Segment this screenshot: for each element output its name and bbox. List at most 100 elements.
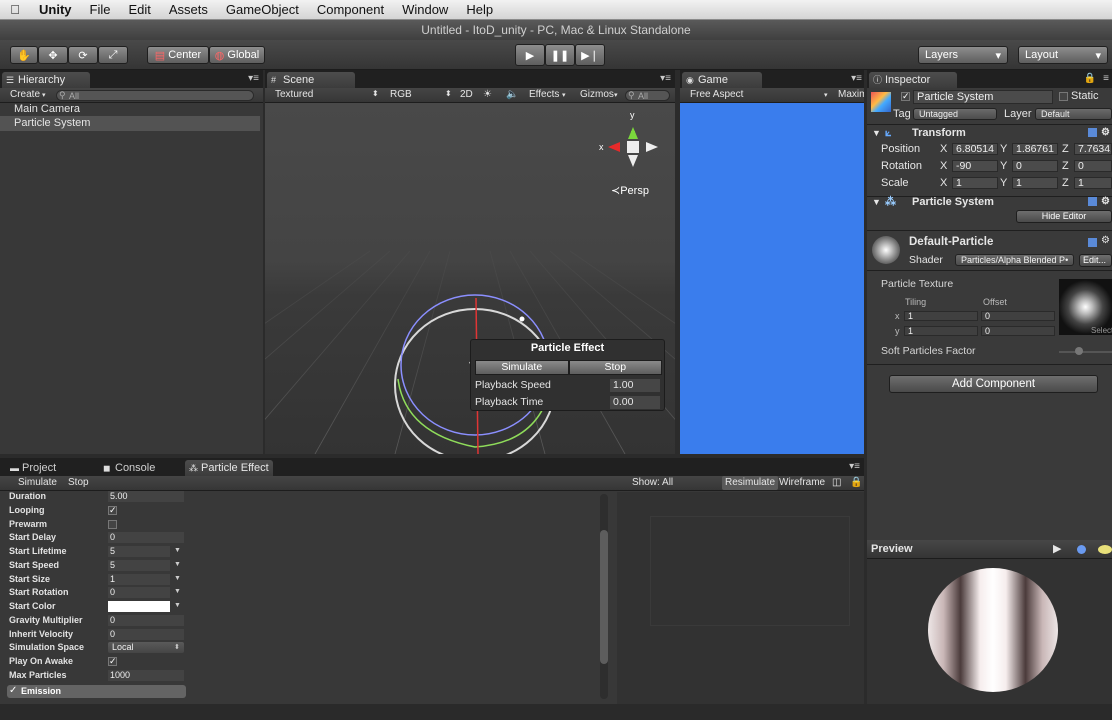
- tiling-y-field[interactable]: 1: [904, 326, 978, 336]
- gear-icon[interactable]: ⚙: [1101, 193, 1110, 211]
- prop-gravity-multiplier-field[interactable]: 0: [108, 614, 184, 626]
- emission-module-header[interactable]: ✓ Emission: [7, 685, 186, 698]
- preview-play-icon[interactable]: ▶: [1053, 542, 1061, 555]
- scene-search-input[interactable]: ⚲ All: [625, 90, 670, 101]
- split-view-icon[interactable]: ◫: [832, 477, 841, 488]
- gizmos-dropdown[interactable]: Gizmos: [580, 89, 614, 100]
- lock-icon[interactable]: 🔒: [1084, 73, 1096, 84]
- dropdown-arrow-icon[interactable]: ▼: [174, 575, 181, 582]
- prop-start-color-swatch[interactable]: [108, 601, 170, 612]
- prop-inherit-velocity-field[interactable]: 0: [108, 628, 184, 640]
- overlay-simulate-button[interactable]: Simulate: [475, 360, 569, 375]
- slider-thumb[interactable]: [1075, 347, 1083, 355]
- lock-icon[interactable]: 🔒: [850, 477, 862, 488]
- particle-system-header[interactable]: ▼ ⁂ Particle System ⚙: [867, 193, 1112, 211]
- pause-button[interactable]: ❚❚: [545, 44, 575, 66]
- prop-start-size-field[interactable]: 1: [108, 573, 170, 585]
- transform-scale-z-field[interactable]: 1: [1074, 177, 1112, 189]
- panel-menu-icon[interactable]: ▾≡: [660, 73, 671, 84]
- stop-button[interactable]: Stop: [68, 477, 89, 488]
- tab-scene[interactable]: # Scene: [267, 72, 355, 88]
- overlay-stop-button[interactable]: Stop: [568, 360, 662, 375]
- persp-label[interactable]: ≺Persp: [611, 184, 649, 197]
- dropdown-arrow-icon[interactable]: ▼: [174, 561, 181, 568]
- scrollbar-thumb[interactable]: [600, 530, 608, 664]
- menu-app[interactable]: Unity: [30, 2, 81, 17]
- prop-start-lifetime-field[interactable]: 5: [108, 546, 170, 557]
- prop-max-particles-field[interactable]: 1000: [108, 669, 184, 681]
- tab-inspector[interactable]: ⓘ Inspector: [869, 72, 957, 88]
- layout-dropdown[interactable]: Layout ▾: [1018, 46, 1108, 64]
- apple-icon[interactable]: : [0, 2, 30, 17]
- hierarchy-item-main-camera[interactable]: Main Camera: [0, 102, 263, 117]
- prop-start-speed-field[interactable]: 5: [108, 559, 170, 571]
- component-help-icon[interactable]: [1088, 128, 1097, 137]
- effects-dropdown[interactable]: Effects: [529, 89, 559, 100]
- layer-dropdown[interactable]: Default: [1035, 108, 1112, 120]
- panel-menu-icon[interactable]: ≡: [1103, 73, 1109, 84]
- hierarchy-item-particle-system[interactable]: Particle System: [0, 116, 260, 131]
- hand-tool-icon[interactable]: ✋: [10, 46, 38, 64]
- dropdown-arrow-icon[interactable]: ▼: [174, 588, 181, 595]
- prop-start-rotation-field[interactable]: 0: [108, 587, 170, 599]
- dropdown-arrow-icon[interactable]: ▼: [174, 602, 181, 609]
- tab-console[interactable]: ◼ Console: [99, 460, 185, 476]
- aspect-dropdown[interactable]: Free Aspect: [690, 89, 743, 100]
- transform-rotation-x-field[interactable]: -90: [952, 160, 998, 172]
- simulate-button[interactable]: Simulate: [18, 477, 57, 488]
- panel-menu-icon[interactable]: ▾≡: [849, 461, 860, 472]
- menu-assets[interactable]: Assets: [160, 2, 217, 17]
- panel-menu-icon[interactable]: ▾≡: [851, 73, 862, 84]
- prop-simulation-space-field[interactable]: Local: [108, 642, 184, 654]
- object-name-field[interactable]: Particle System: [913, 90, 1053, 104]
- rotate-tool-icon[interactable]: ⟳: [68, 46, 98, 64]
- audio-icon[interactable]: 🔈: [506, 89, 518, 100]
- prop-prewarm-checkbox[interactable]: [108, 519, 117, 529]
- wireframe-toggle[interactable]: Wireframe: [779, 477, 825, 488]
- tiling-x-field[interactable]: 1: [904, 311, 978, 321]
- preview-mesh-icon[interactable]: [1098, 545, 1112, 554]
- prop-play-on-awake-checkbox[interactable]: ✓: [108, 657, 117, 666]
- menu-file[interactable]: File: [81, 2, 120, 17]
- shader-edit-button[interactable]: Edit...: [1079, 254, 1112, 267]
- lighting-icon[interactable]: ☀: [483, 89, 492, 100]
- menu-component[interactable]: Component: [308, 2, 393, 17]
- pivot-center-button[interactable]: ▤ Center: [147, 46, 209, 64]
- tab-project[interactable]: ▬ Project: [6, 460, 96, 476]
- pivot-global-button[interactable]: ◍ Global: [209, 46, 265, 64]
- offset-x-field[interactable]: 0: [981, 311, 1055, 321]
- move-tool-icon[interactable]: ✥: [38, 46, 68, 64]
- transform-position-y-field[interactable]: 1.86761: [1012, 143, 1058, 155]
- prop-duration-field[interactable]: 5.00: [108, 491, 184, 502]
- panel-menu-icon[interactable]: ▾≡: [248, 73, 259, 84]
- create-dropdown[interactable]: Create: [10, 89, 40, 100]
- transform-header[interactable]: ▼ ⟀ Transform ⚙: [867, 124, 1112, 142]
- playback-speed-field[interactable]: 1.00: [610, 379, 660, 392]
- transform-position-z-field[interactable]: 7.76341: [1074, 143, 1112, 155]
- toggle-2d-button[interactable]: 2D: [460, 89, 473, 100]
- layers-dropdown[interactable]: Layers ▾: [918, 46, 1008, 64]
- prop-looping-checkbox[interactable]: ✓: [108, 505, 117, 515]
- shading-mode-dropdown[interactable]: Textured: [275, 89, 313, 100]
- play-button[interactable]: ▶: [515, 44, 545, 66]
- transform-rotation-y-field[interactable]: 0: [1012, 160, 1058, 172]
- menu-edit[interactable]: Edit: [119, 2, 159, 17]
- prop-start-delay-field[interactable]: 0: [108, 532, 184, 544]
- game-viewport[interactable]: [680, 103, 864, 454]
- scale-tool-icon[interactable]: ⤢: [98, 46, 128, 64]
- static-checkbox[interactable]: [1059, 92, 1068, 101]
- hide-editor-button[interactable]: Hide Editor: [1016, 210, 1112, 223]
- step-button[interactable]: ▶❘: [575, 44, 605, 66]
- active-checkbox[interactable]: ✓: [901, 92, 910, 101]
- shader-dropdown[interactable]: Particles/Alpha Blended P•: [955, 254, 1074, 266]
- dropdown-arrow-icon[interactable]: ⬍: [174, 643, 180, 651]
- soft-particles-slider[interactable]: [1059, 351, 1112, 353]
- tab-game[interactable]: ◉ Game: [682, 72, 762, 88]
- resimulate-toggle[interactable]: Resimulate: [722, 476, 779, 490]
- transform-position-x-field[interactable]: 6.80514: [952, 143, 998, 155]
- menu-help[interactable]: Help: [457, 2, 502, 17]
- dropdown-arrow-icon[interactable]: ▼: [174, 547, 181, 554]
- add-component-button[interactable]: Add Component: [889, 375, 1098, 393]
- transform-scale-x-field[interactable]: 1: [952, 177, 998, 189]
- menu-gameobject[interactable]: GameObject: [217, 2, 308, 17]
